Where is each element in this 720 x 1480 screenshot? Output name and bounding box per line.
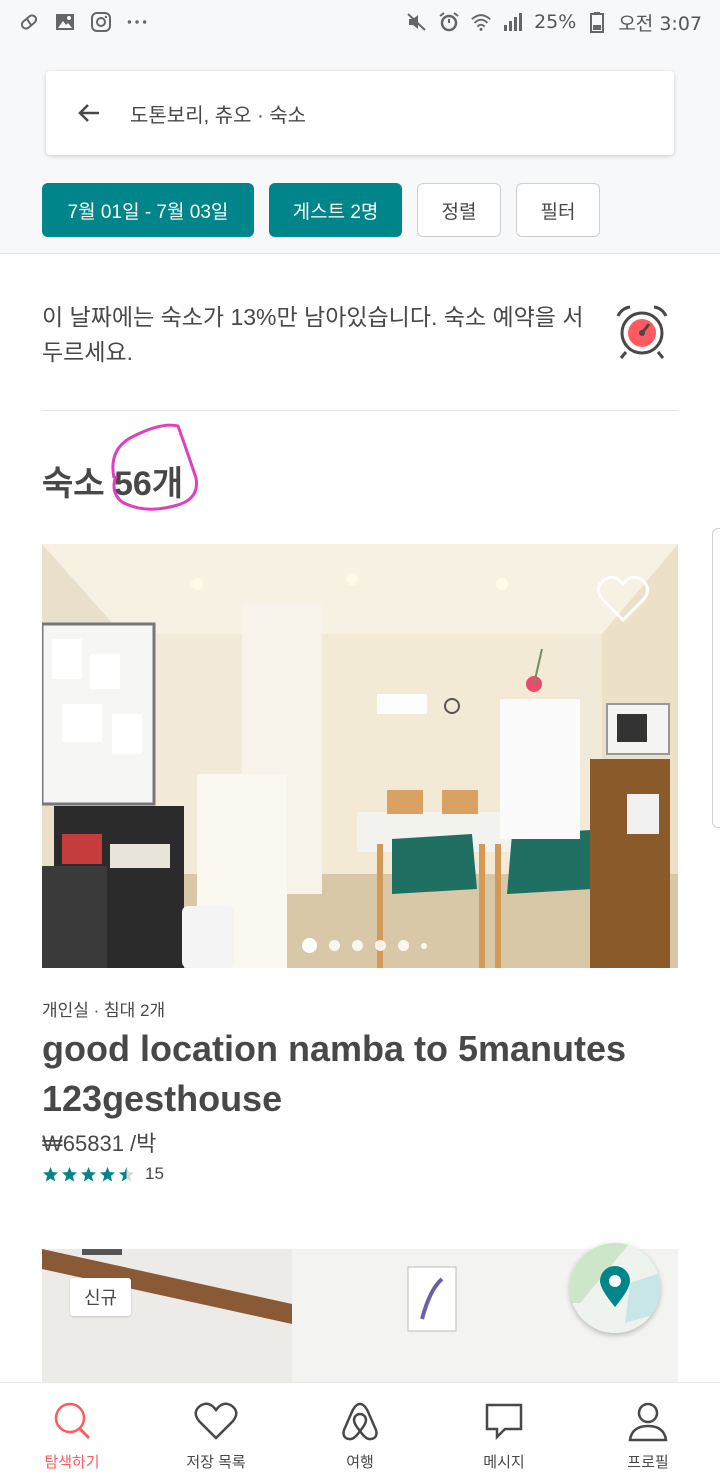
battery-icon bbox=[586, 11, 608, 33]
nav-trips[interactable]: 여행 bbox=[288, 1383, 432, 1480]
nav-label: 여행 bbox=[346, 1454, 374, 1471]
alarm-icon bbox=[438, 11, 460, 33]
map-button[interactable] bbox=[570, 1243, 660, 1333]
back-arrow-icon[interactable] bbox=[76, 100, 102, 126]
search-icon bbox=[50, 1399, 94, 1443]
star-icon bbox=[42, 1166, 59, 1181]
profile-icon bbox=[626, 1399, 670, 1443]
star-icon bbox=[99, 1166, 116, 1181]
search-header: 도톤보리, 츄오 · 숙소 7월 01일 - 7월 03일 게스트 2명 정렬 … bbox=[0, 44, 720, 254]
image-icon bbox=[54, 11, 76, 33]
mute-icon bbox=[406, 11, 428, 33]
heart-icon bbox=[194, 1399, 238, 1443]
message-icon bbox=[482, 1399, 526, 1443]
battery-percent: 25% bbox=[534, 11, 577, 33]
nav-messages[interactable]: 메시지 bbox=[432, 1383, 576, 1480]
wifi-icon bbox=[470, 11, 492, 33]
pagination-dot bbox=[302, 938, 317, 953]
status-bar: 25% 오전 3:07 bbox=[0, 0, 720, 44]
airbnb-logo-icon bbox=[338, 1399, 382, 1443]
divider bbox=[42, 410, 678, 411]
filter-button[interactable]: 필터 bbox=[516, 183, 600, 237]
listing-price: ₩65831 /박 bbox=[42, 1131, 157, 1156]
listing-title[interactable]: good location namba to 5manutes 123gesth… bbox=[42, 1024, 682, 1124]
dates-filter-button[interactable]: 7월 01일 - 7월 03일 bbox=[42, 183, 254, 237]
room-type: 개인실 · 침대 2개 bbox=[42, 1001, 166, 1020]
pagination-dot bbox=[375, 940, 386, 951]
listing-photo[interactable] bbox=[42, 544, 678, 968]
guests-filter-button[interactable]: 게스트 2명 bbox=[269, 183, 402, 237]
nav-label: 탐색하기 bbox=[44, 1454, 100, 1471]
pill-icon bbox=[18, 11, 40, 33]
scarcity-banner: 이 날짜에는 숙소가 13%만 남아있습니다. 숙소 예약을 서두르세요. bbox=[42, 300, 678, 370]
sort-button[interactable]: 정렬 bbox=[417, 183, 501, 237]
pagination-dot bbox=[329, 940, 340, 951]
nav-profile[interactable]: 프로필 bbox=[576, 1383, 720, 1480]
scroll-edge bbox=[712, 528, 720, 828]
rating: 15 bbox=[42, 1164, 164, 1184]
star-icon bbox=[61, 1166, 78, 1181]
scarcity-message: 이 날짜에는 숙소가 13%만 남아있습니다. 숙소 예약을 서두르세요. bbox=[42, 304, 584, 365]
search-location-text[interactable]: 도톤보리, 츄오 · 숙소 bbox=[130, 99, 306, 128]
nav-explore[interactable]: 탐색하기 bbox=[0, 1383, 144, 1480]
clock: 오전 3:07 bbox=[618, 12, 702, 35]
star-icon bbox=[118, 1166, 135, 1181]
filter-row: 7월 01일 - 7월 03일 게스트 2명 정렬 필터 bbox=[42, 183, 600, 237]
bottom-nav: 탐색하기 저장 목록 여행 메시지 프로필 bbox=[0, 1382, 720, 1480]
alarm-clock-icon bbox=[612, 302, 672, 362]
search-bar[interactable]: 도톤보리, 츄오 · 숙소 bbox=[46, 71, 674, 155]
photo-pagination bbox=[302, 938, 427, 953]
signal-icon bbox=[502, 11, 524, 33]
nav-saved[interactable]: 저장 목록 bbox=[144, 1383, 288, 1480]
instagram-icon bbox=[90, 11, 112, 33]
review-count: 15 bbox=[145, 1164, 164, 1183]
pagination-dot bbox=[398, 940, 409, 951]
pagination-dot bbox=[352, 940, 363, 951]
nav-label: 프로필 bbox=[627, 1454, 669, 1471]
nav-label: 저장 목록 bbox=[186, 1454, 246, 1471]
pagination-dot bbox=[421, 942, 427, 949]
more-icon bbox=[126, 11, 148, 33]
star-icon bbox=[80, 1166, 97, 1181]
save-heart-icon[interactable] bbox=[596, 574, 650, 624]
new-badge: 신규 bbox=[70, 1278, 132, 1316]
nav-label: 메시지 bbox=[483, 1454, 525, 1471]
annotation-circle bbox=[111, 423, 199, 511]
